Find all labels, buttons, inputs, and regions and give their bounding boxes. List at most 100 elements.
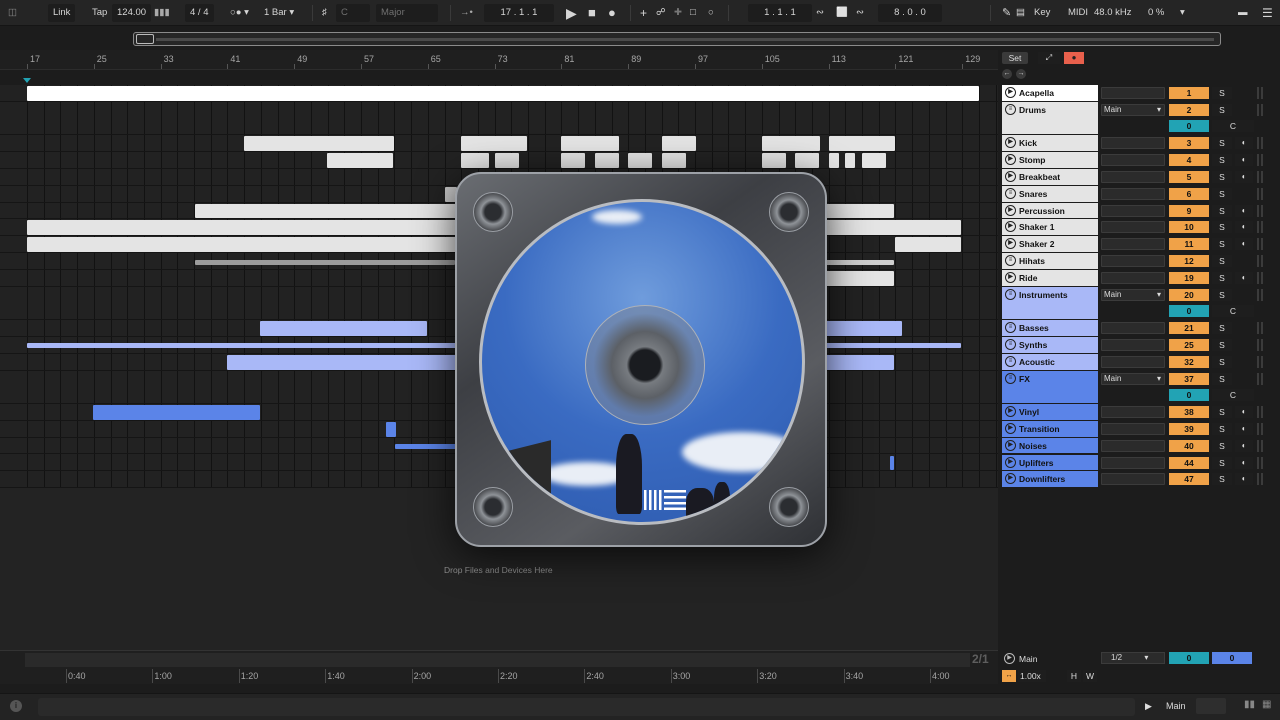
track-activator-button[interactable]: 21 [1169, 322, 1209, 335]
cpu-dropdown-icon[interactable]: ▾ [1180, 4, 1185, 22]
clip[interactable] [890, 455, 894, 471]
metronome-icon[interactable]: ○● ▾ [230, 4, 249, 22]
clip[interactable] [195, 259, 455, 265]
clip[interactable] [895, 237, 961, 253]
track-volume[interactable]: 0 [1169, 304, 1209, 317]
clip[interactable] [93, 404, 260, 420]
clip[interactable] [495, 153, 519, 168]
clip[interactable] [826, 220, 961, 236]
clip[interactable] [762, 136, 820, 151]
track-output-empty[interactable] [1101, 187, 1165, 200]
track-activator-button[interactable]: 5 [1169, 170, 1209, 183]
track-volume[interactable]: 0 [1169, 388, 1209, 401]
panel-toggle-icon[interactable]: ◫ [8, 4, 17, 22]
group-fold-icon[interactable]: ≡ [1005, 322, 1016, 334]
time-ruler[interactable]: 0:40 1:00 1:20 1:40 2:00 2:20 2:40 3:00 3:20 3:40… [0, 650, 998, 684]
track-row-17[interactable]: ▶ Transition 39 S ◐ [1001, 420, 1280, 438]
clip[interactable] [628, 153, 652, 168]
track-output-empty[interactable] [1101, 338, 1165, 351]
track-name-cell[interactable]: ▶ Noises [1002, 437, 1098, 454]
track-name-cell[interactable]: ▶ Vinyl [1002, 403, 1098, 420]
clip-play-icon[interactable]: ▶ [1005, 238, 1016, 250]
track-activator-button[interactable]: 9 [1169, 204, 1209, 217]
track-pan[interactable]: C [1212, 304, 1254, 317]
track-row-19[interactable]: ▶ Uplifters 44 S ◐ [1001, 454, 1280, 472]
track-output-empty[interactable] [1101, 87, 1165, 99]
loop-start-field[interactable]: 1 . 1 . 1 [748, 4, 812, 22]
clip-play-icon[interactable]: ▶ [1005, 137, 1016, 149]
solo-button[interactable]: S [1212, 288, 1232, 301]
arm-icon[interactable]: ◐ [1235, 170, 1253, 183]
group-fold-icon[interactable]: ≡ [1005, 187, 1016, 199]
clip-play-icon[interactable]: ▶ [1005, 221, 1016, 233]
clip-play-icon[interactable]: ▶ [1005, 473, 1016, 485]
solo-button[interactable]: S [1212, 338, 1232, 351]
play-icon[interactable]: ▶ [566, 4, 577, 22]
track-output-empty[interactable] [1101, 255, 1165, 268]
track-activator-button[interactable]: 32 [1169, 355, 1209, 368]
track-activator-button[interactable]: 39 [1169, 422, 1209, 435]
track-row-14[interactable]: ≡ Acoustic 32 S [1001, 353, 1280, 371]
group-fold-icon[interactable]: ≡ [1005, 255, 1016, 267]
position-field[interactable]: 17 . 1 . 1 [484, 4, 554, 22]
solo-button[interactable]: S [1212, 439, 1232, 452]
arrow-right-icon[interactable]: → [1016, 69, 1026, 79]
track-pan[interactable]: C [1212, 119, 1254, 132]
arrangement-lane[interactable] [0, 102, 998, 136]
clip[interactable] [826, 270, 894, 286]
track-activator-button[interactable]: 1 [1169, 87, 1209, 99]
track-row-20[interactable]: ▶ Downlifters 47 S ◐ [1001, 471, 1280, 488]
clip[interactable] [795, 153, 819, 168]
arrow-left-icon[interactable]: ← [1002, 69, 1012, 79]
track-name-cell[interactable]: ▶ Stomp [1002, 152, 1098, 168]
solo-button[interactable]: S [1212, 221, 1232, 234]
clip[interactable] [195, 203, 457, 219]
tap-button[interactable]: Tap [92, 4, 107, 22]
link-button[interactable]: Link [48, 4, 76, 22]
track-output-empty[interactable] [1101, 439, 1165, 452]
track-output-empty[interactable] [1101, 456, 1165, 469]
track-row-9[interactable]: ≡ Hihats 12 S [1001, 253, 1280, 270]
track-activator-button[interactable]: 4 [1169, 154, 1209, 166]
solo-button[interactable]: S [1212, 187, 1232, 200]
track-activator-button[interactable]: 6 [1169, 187, 1209, 200]
w-button[interactable]: W [1083, 670, 1097, 682]
solo-button[interactable]: S [1212, 422, 1232, 435]
group-fold-icon[interactable]: ≡ [1005, 103, 1016, 115]
clip-play-icon[interactable]: ▶ [1005, 439, 1016, 451]
clip[interactable] [27, 343, 457, 349]
track-output-empty[interactable] [1101, 355, 1165, 368]
track-row-0[interactable]: ▶ Acapella 1 S [1001, 85, 1280, 102]
track-name-cell[interactable]: ▶ Downlifters [1002, 471, 1098, 488]
solo-button[interactable]: S [1212, 355, 1232, 368]
nudge-icon[interactable]: ▮▮▮ [154, 4, 170, 22]
track-name-cell[interactable]: ▶ Shaker 1 [1002, 219, 1098, 236]
clip[interactable] [461, 153, 489, 168]
track-row-1[interactable]: ≡ Drums Main ▾ 2 S 0 C [1001, 101, 1280, 135]
track-output-empty[interactable] [1101, 204, 1165, 217]
solo-button[interactable]: S [1212, 271, 1232, 284]
clip[interactable] [260, 321, 427, 336]
track-output-empty[interactable] [1101, 271, 1165, 284]
punch-in-icon[interactable]: ∾ [816, 4, 824, 22]
track-activator-button[interactable]: 10 [1169, 221, 1209, 234]
track-activator-button[interactable]: 44 [1169, 456, 1209, 469]
record-icon[interactable]: ● [608, 4, 616, 22]
arrangement-overview[interactable] [133, 32, 1221, 46]
tempo-follow-icon[interactable]: ↔ [1002, 670, 1016, 682]
track-activator-button[interactable]: 11 [1169, 238, 1209, 251]
track-row-18[interactable]: ▶ Noises 40 S ◐ [1001, 437, 1280, 455]
group-fold-icon[interactable]: ≡ [1005, 355, 1016, 367]
track-activator-button[interactable]: 25 [1169, 338, 1209, 351]
key-scale-select[interactable]: Major [376, 4, 438, 22]
clip[interactable] [395, 444, 457, 450]
clip[interactable] [461, 136, 527, 151]
clip-play-icon[interactable]: ▶ [1005, 154, 1016, 165]
clip[interactable] [561, 136, 619, 151]
track-activator-button[interactable]: 37 [1169, 372, 1209, 385]
overview-viewport[interactable] [136, 34, 154, 44]
track-name-cell[interactable]: ≡ Drums [1002, 101, 1098, 135]
arm-icon[interactable]: ◐ [1235, 439, 1253, 452]
track-name-cell[interactable]: ≡ Synths [1002, 336, 1098, 353]
solo-button[interactable]: S [1212, 137, 1232, 150]
